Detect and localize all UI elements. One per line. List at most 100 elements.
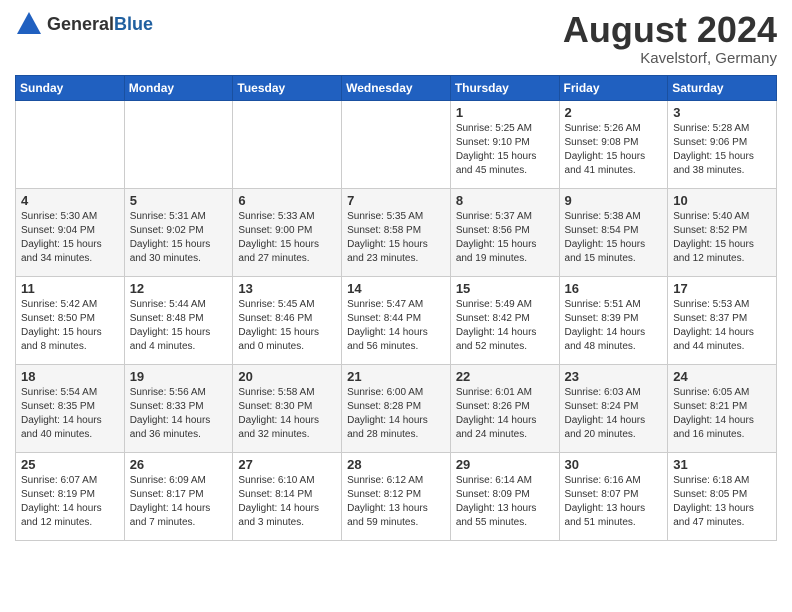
- calendar-cell: 25 Sunrise: 6:07 AM Sunset: 8:19 PM Dayli…: [16, 452, 125, 540]
- calendar-cell: 24 Sunrise: 6:05 AM Sunset: 8:21 PM Dayli…: [668, 364, 777, 452]
- day-number: 5: [130, 193, 228, 208]
- day-info: Sunrise: 5:25 AM Sunset: 9:10 PM Dayligh…: [456, 122, 554, 178]
- logo-blue-text: Blue: [114, 14, 153, 34]
- day-number: 13: [238, 281, 336, 296]
- day-info: Sunrise: 6:12 AM Sunset: 8:12 PM Dayligh…: [347, 474, 445, 530]
- calendar-cell: 28 Sunrise: 6:12 AM Sunset: 8:12 PM Dayli…: [342, 452, 451, 540]
- day-number: 25: [21, 457, 119, 472]
- calendar-header: SundayMondayTuesdayWednesdayThursdayFrid…: [16, 75, 777, 100]
- day-info: Sunrise: 5:28 AM Sunset: 9:06 PM Dayligh…: [673, 122, 771, 178]
- calendar-cell: 19 Sunrise: 5:56 AM Sunset: 8:33 PM Dayli…: [124, 364, 233, 452]
- calendar-cell: 7Sunrise: 5:35 AM Sunset: 8:58 PM Daylig…: [342, 188, 451, 276]
- logo-icon: [15, 10, 43, 38]
- calendar-cell: 8Sunrise: 5:37 AM Sunset: 8:56 PM Daylig…: [450, 188, 559, 276]
- calendar-body: 1 Sunrise: 5:25 AM Sunset: 9:10 PM Daylig…: [16, 100, 777, 540]
- day-info: Sunrise: 5:53 AM Sunset: 8:37 PM Dayligh…: [673, 298, 771, 354]
- month-title: August 2024: [563, 10, 777, 50]
- day-info: Sunrise: 5:30 AM Sunset: 9:04 PM Dayligh…: [21, 210, 119, 266]
- day-number: 11: [21, 281, 119, 296]
- calendar-cell: 22 Sunrise: 6:01 AM Sunset: 8:26 PM Dayli…: [450, 364, 559, 452]
- day-header-thursday: Thursday: [450, 75, 559, 100]
- day-info: Sunrise: 6:00 AM Sunset: 8:28 PM Dayligh…: [347, 386, 445, 442]
- day-header-friday: Friday: [559, 75, 668, 100]
- calendar-cell: 2 Sunrise: 5:26 AM Sunset: 9:08 PM Daylig…: [559, 100, 668, 188]
- calendar-cell: 12 Sunrise: 5:44 AM Sunset: 8:48 PM Dayli…: [124, 276, 233, 364]
- day-number: 21: [347, 369, 445, 384]
- calendar-cell: 15 Sunrise: 5:49 AM Sunset: 8:42 PM Dayli…: [450, 276, 559, 364]
- day-header-sunday: Sunday: [16, 75, 125, 100]
- day-info: Sunrise: 6:01 AM Sunset: 8:26 PM Dayligh…: [456, 386, 554, 442]
- header-row: SundayMondayTuesdayWednesdayThursdayFrid…: [16, 75, 777, 100]
- day-number: 15: [456, 281, 554, 296]
- calendar-cell: 27Sunrise: 6:10 AM Sunset: 8:14 PM Dayli…: [233, 452, 342, 540]
- day-info: Sunrise: 5:51 AM Sunset: 8:39 PM Dayligh…: [565, 298, 663, 354]
- day-info: Sunrise: 5:49 AM Sunset: 8:42 PM Dayligh…: [456, 298, 554, 354]
- day-info: Sunrise: 5:35 AM Sunset: 8:58 PM Dayligh…: [347, 210, 445, 266]
- calendar-cell: 16Sunrise: 5:51 AM Sunset: 8:39 PM Dayli…: [559, 276, 668, 364]
- day-info: Sunrise: 5:31 AM Sunset: 9:02 PM Dayligh…: [130, 210, 228, 266]
- day-info: Sunrise: 6:18 AM Sunset: 8:05 PM Dayligh…: [673, 474, 771, 530]
- calendar-cell: 10Sunrise: 5:40 AM Sunset: 8:52 PM Dayli…: [668, 188, 777, 276]
- logo: GeneralBlue: [15, 10, 153, 38]
- day-number: 24: [673, 369, 771, 384]
- day-number: 17: [673, 281, 771, 296]
- week-row-1: 4Sunrise: 5:30 AM Sunset: 9:04 PM Daylig…: [16, 188, 777, 276]
- page-header: GeneralBlue August 2024 Kavelstorf, Germ…: [15, 10, 777, 67]
- calendar-cell: 23Sunrise: 6:03 AM Sunset: 8:24 PM Dayli…: [559, 364, 668, 452]
- calendar-cell: 3 Sunrise: 5:28 AM Sunset: 9:06 PM Daylig…: [668, 100, 777, 188]
- day-info: Sunrise: 5:44 AM Sunset: 8:48 PM Dayligh…: [130, 298, 228, 354]
- calendar-cell: 4Sunrise: 5:30 AM Sunset: 9:04 PM Daylig…: [16, 188, 125, 276]
- calendar-cell: 29 Sunrise: 6:14 AM Sunset: 8:09 PM Dayli…: [450, 452, 559, 540]
- day-info: Sunrise: 6:05 AM Sunset: 8:21 PM Dayligh…: [673, 386, 771, 442]
- day-number: 3: [673, 105, 771, 120]
- calendar-cell: [16, 100, 125, 188]
- day-number: 6: [238, 193, 336, 208]
- day-info: Sunrise: 5:56 AM Sunset: 8:33 PM Dayligh…: [130, 386, 228, 442]
- day-number: 28: [347, 457, 445, 472]
- day-info: Sunrise: 5:42 AM Sunset: 8:50 PM Dayligh…: [21, 298, 119, 354]
- day-number: 31: [673, 457, 771, 472]
- day-info: Sunrise: 5:26 AM Sunset: 9:08 PM Dayligh…: [565, 122, 663, 178]
- calendar-cell: [124, 100, 233, 188]
- day-info: Sunrise: 6:14 AM Sunset: 8:09 PM Dayligh…: [456, 474, 554, 530]
- day-number: 27: [238, 457, 336, 472]
- day-info: Sunrise: 6:09 AM Sunset: 8:17 PM Dayligh…: [130, 474, 228, 530]
- day-number: 26: [130, 457, 228, 472]
- day-info: Sunrise: 6:16 AM Sunset: 8:07 PM Dayligh…: [565, 474, 663, 530]
- week-row-3: 18Sunrise: 5:54 AM Sunset: 8:35 PM Dayli…: [16, 364, 777, 452]
- day-info: Sunrise: 5:33 AM Sunset: 9:00 PM Dayligh…: [238, 210, 336, 266]
- day-number: 22: [456, 369, 554, 384]
- day-info: Sunrise: 5:38 AM Sunset: 8:54 PM Dayligh…: [565, 210, 663, 266]
- calendar-cell: 13 Sunrise: 5:45 AM Sunset: 8:46 PM Dayli…: [233, 276, 342, 364]
- day-number: 9: [565, 193, 663, 208]
- day-number: 18: [21, 369, 119, 384]
- day-header-monday: Monday: [124, 75, 233, 100]
- calendar-cell: 1 Sunrise: 5:25 AM Sunset: 9:10 PM Daylig…: [450, 100, 559, 188]
- day-number: 19: [130, 369, 228, 384]
- calendar-cell: 26 Sunrise: 6:09 AM Sunset: 8:17 PM Dayli…: [124, 452, 233, 540]
- week-row-0: 1 Sunrise: 5:25 AM Sunset: 9:10 PM Daylig…: [16, 100, 777, 188]
- day-info: Sunrise: 5:45 AM Sunset: 8:46 PM Dayligh…: [238, 298, 336, 354]
- calendar-cell: 21 Sunrise: 6:00 AM Sunset: 8:28 PM Dayli…: [342, 364, 451, 452]
- calendar-cell: 11 Sunrise: 5:42 AM Sunset: 8:50 PM Dayli…: [16, 276, 125, 364]
- day-number: 20: [238, 369, 336, 384]
- calendar-cell: [342, 100, 451, 188]
- day-info: Sunrise: 6:03 AM Sunset: 8:24 PM Dayligh…: [565, 386, 663, 442]
- title-block: August 2024 Kavelstorf, Germany: [563, 10, 777, 67]
- logo-general-text: General: [47, 14, 114, 34]
- day-info: Sunrise: 5:37 AM Sunset: 8:56 PM Dayligh…: [456, 210, 554, 266]
- day-info: Sunrise: 6:07 AM Sunset: 8:19 PM Dayligh…: [21, 474, 119, 530]
- day-number: 29: [456, 457, 554, 472]
- day-header-tuesday: Tuesday: [233, 75, 342, 100]
- day-header-wednesday: Wednesday: [342, 75, 451, 100]
- day-header-saturday: Saturday: [668, 75, 777, 100]
- day-number: 12: [130, 281, 228, 296]
- location-subtitle: Kavelstorf, Germany: [563, 50, 777, 67]
- day-info: Sunrise: 5:58 AM Sunset: 8:30 PM Dayligh…: [238, 386, 336, 442]
- calendar-cell: [233, 100, 342, 188]
- calendar-cell: 14Sunrise: 5:47 AM Sunset: 8:44 PM Dayli…: [342, 276, 451, 364]
- week-row-4: 25 Sunrise: 6:07 AM Sunset: 8:19 PM Dayli…: [16, 452, 777, 540]
- day-number: 2: [565, 105, 663, 120]
- day-number: 1: [456, 105, 554, 120]
- day-info: Sunrise: 5:47 AM Sunset: 8:44 PM Dayligh…: [347, 298, 445, 354]
